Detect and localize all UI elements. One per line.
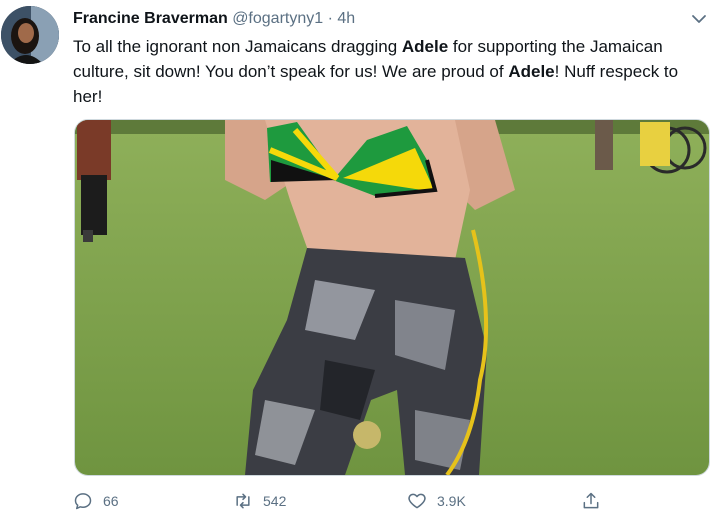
media-image bbox=[75, 120, 709, 475]
separator-dot: · bbox=[327, 10, 333, 27]
retweet-icon bbox=[236, 493, 250, 509]
author-name[interactable]: Francine Braverman bbox=[73, 10, 228, 27]
avatar-image bbox=[1, 6, 59, 64]
tweet-actions: 66 542 3.9K bbox=[73, 487, 713, 515]
tweet-time[interactable]: 4h bbox=[337, 10, 355, 27]
reply-icon bbox=[74, 493, 92, 510]
share-button[interactable] bbox=[581, 487, 611, 515]
reply-button[interactable]: 66 bbox=[73, 487, 119, 515]
like-button[interactable]: 3.9K bbox=[407, 487, 466, 515]
retweet-button[interactable]: 542 bbox=[233, 487, 286, 515]
tweet-header: Francine Braverman @fogartyny1 · 4h bbox=[73, 8, 355, 30]
tweet-text-part: To all the ignorant non Jamaicans draggi… bbox=[73, 37, 402, 56]
heart-icon bbox=[408, 493, 426, 509]
tweet-media[interactable] bbox=[74, 119, 710, 476]
avatar[interactable] bbox=[1, 6, 59, 64]
reply-count: 66 bbox=[103, 493, 119, 509]
like-count: 3.9K bbox=[437, 493, 466, 509]
share-icon bbox=[583, 492, 599, 509]
tweet-text-bold: Adele bbox=[508, 62, 555, 81]
tweet-text: To all the ignorant non Jamaicans draggi… bbox=[73, 34, 703, 109]
retweet-count: 542 bbox=[263, 493, 287, 509]
chevron-down-icon[interactable] bbox=[688, 10, 710, 28]
tweet-text-bold: Adele bbox=[401, 37, 449, 56]
author-handle[interactable]: @fogartyny1 bbox=[232, 10, 323, 27]
